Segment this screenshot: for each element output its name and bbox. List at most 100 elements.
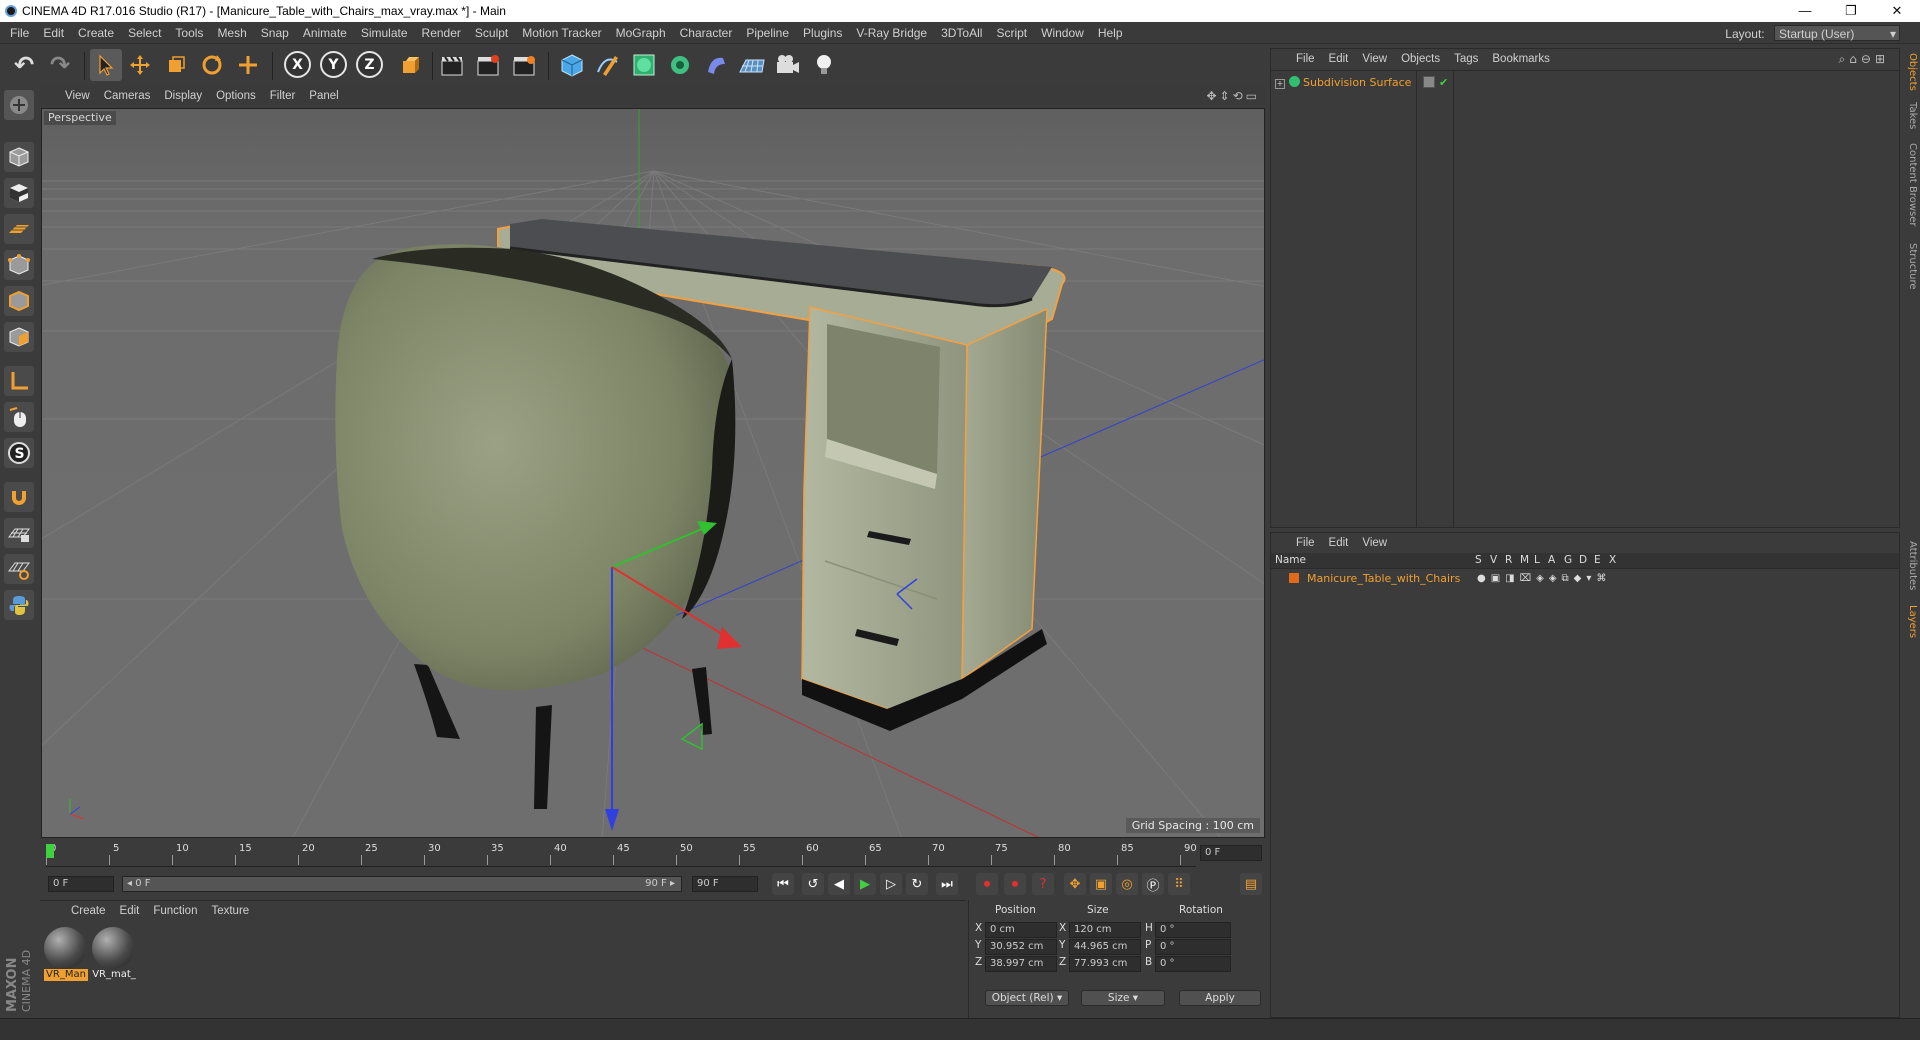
position-z-field[interactable]: 38.997 cm bbox=[985, 956, 1057, 972]
layer-menu-file[interactable]: File bbox=[1289, 533, 1322, 553]
workplane-lock-button[interactable] bbox=[4, 518, 34, 548]
x-axis-lock-button[interactable]: X bbox=[284, 51, 311, 78]
coordinate-mode-dropdown[interactable]: Object (Rel) ▾ bbox=[985, 990, 1069, 1006]
rotation-p-field[interactable]: 0 ° bbox=[1155, 939, 1231, 955]
material-menu-texture[interactable]: Texture bbox=[204, 901, 256, 921]
material-swatch[interactable]: VR_Man bbox=[44, 927, 88, 983]
move-tool-button[interactable] bbox=[124, 49, 156, 81]
render-to-picture-viewer-button[interactable] bbox=[472, 49, 504, 81]
add-light-button[interactable] bbox=[808, 49, 840, 81]
menu-plugins[interactable]: Plugins bbox=[796, 22, 849, 44]
key-parameter-button[interactable]: Ⓟ bbox=[1142, 873, 1164, 895]
add-floor-button[interactable] bbox=[736, 49, 768, 81]
size-mode-dropdown[interactable]: Size ▾ bbox=[1081, 990, 1165, 1006]
edges-mode-button[interactable] bbox=[4, 286, 34, 316]
material-menu-function[interactable]: Function bbox=[146, 901, 204, 921]
viewport-menu-panel[interactable]: Panel bbox=[302, 86, 345, 106]
layer-state-toggles[interactable]: ●▣◨⌧◈◈⧉◆▾⌘ bbox=[1477, 571, 1611, 587]
menu-select[interactable]: Select bbox=[121, 22, 168, 44]
material-swatch[interactable]: VR_mat_ bbox=[92, 927, 136, 983]
add-cloner-button[interactable] bbox=[664, 49, 696, 81]
viewport-menu-filter[interactable]: Filter bbox=[263, 86, 303, 106]
object-menu-objects[interactable]: Objects bbox=[1394, 49, 1447, 69]
close-button[interactable]: ✕ bbox=[1874, 0, 1920, 22]
viewport-nav-icons[interactable]: ✥⇕⟲▭ bbox=[1206, 89, 1260, 103]
make-editable-button[interactable] bbox=[4, 90, 34, 120]
tab-objects[interactable]: Objects bbox=[1904, 52, 1918, 92]
texture-mode-button[interactable] bbox=[4, 178, 34, 208]
object-menu-edit[interactable]: Edit bbox=[1322, 49, 1356, 69]
size-y-field[interactable]: 44.965 cm bbox=[1069, 939, 1141, 955]
go-to-end-button[interactable]: ⏭ bbox=[936, 873, 958, 895]
object-menu-bookmarks[interactable]: Bookmarks bbox=[1485, 49, 1557, 69]
menu-edit[interactable]: Edit bbox=[36, 22, 71, 44]
z-axis-lock-button[interactable]: Z bbox=[356, 51, 383, 78]
polygons-mode-button[interactable] bbox=[4, 322, 34, 352]
menu-window[interactable]: Window bbox=[1034, 22, 1091, 44]
key-position-button[interactable]: ✥ bbox=[1064, 873, 1086, 895]
material-menu-create[interactable]: Create bbox=[64, 901, 113, 921]
preview-range-slider[interactable]: ◂ 0 F 90 F ▸ bbox=[122, 876, 682, 892]
menu-v-ray-bridge[interactable]: V-Ray Bridge bbox=[849, 22, 934, 44]
menu-file[interactable]: File bbox=[3, 22, 36, 44]
layer-menu-view[interactable]: View bbox=[1355, 533, 1394, 553]
timeline-layout-button[interactable]: ▤ bbox=[1240, 873, 1262, 895]
record-keys-button[interactable]: ⏺ bbox=[976, 873, 998, 895]
menu-tools[interactable]: Tools bbox=[168, 22, 210, 44]
enabled-check-icon[interactable]: ✔ bbox=[1439, 75, 1448, 91]
menu-motion-tracker[interactable]: Motion Tracker bbox=[515, 22, 608, 44]
model-mode-button[interactable] bbox=[4, 142, 34, 172]
menu-3dtoall[interactable]: 3DToAll bbox=[934, 22, 989, 44]
layout-dropdown[interactable]: Startup (User) bbox=[1774, 25, 1900, 42]
menu-script[interactable]: Script bbox=[989, 22, 1034, 44]
next-frame-button[interactable]: ▷ bbox=[880, 873, 902, 895]
tab-structure[interactable]: Structure bbox=[1904, 238, 1918, 294]
tweak-mode-button[interactable] bbox=[4, 402, 34, 432]
rotate-tool-button[interactable] bbox=[196, 49, 228, 81]
menu-sculpt[interactable]: Sculpt bbox=[468, 22, 515, 44]
viewport-menu-options[interactable]: Options bbox=[209, 86, 263, 106]
python-script-button[interactable] bbox=[4, 590, 34, 620]
menu-snap[interactable]: Snap bbox=[254, 22, 296, 44]
magnet-tool-button[interactable] bbox=[4, 482, 34, 512]
tab-attributes[interactable]: Attributes bbox=[1904, 536, 1918, 596]
workplane-rotate-button[interactable] bbox=[4, 554, 34, 584]
render-view-button[interactable] bbox=[436, 49, 468, 81]
menu-mograph[interactable]: MoGraph bbox=[609, 22, 673, 44]
y-axis-lock-button[interactable]: Y bbox=[320, 51, 347, 78]
add-spline-pen-button[interactable] bbox=[592, 49, 624, 81]
material-menu-edit[interactable]: Edit bbox=[113, 901, 147, 921]
tab-takes[interactable]: Takes bbox=[1904, 98, 1918, 134]
add-deformer-button[interactable] bbox=[700, 49, 732, 81]
rotation-b-field[interactable]: 0 ° bbox=[1155, 956, 1231, 972]
size-x-field[interactable]: 120 cm bbox=[1069, 922, 1141, 938]
rotation-h-field[interactable]: 0 ° bbox=[1155, 922, 1231, 938]
expand-toggle-icon[interactable]: + bbox=[1275, 79, 1285, 89]
viewport-menu-cameras[interactable]: Cameras bbox=[97, 86, 158, 106]
tab-layers[interactable]: Layers bbox=[1904, 600, 1918, 644]
previous-frame-button[interactable]: ◀ bbox=[828, 873, 850, 895]
menu-simulate[interactable]: Simulate bbox=[354, 22, 415, 44]
menu-create[interactable]: Create bbox=[71, 22, 121, 44]
menu-render[interactable]: Render bbox=[415, 22, 468, 44]
previous-key-button[interactable]: ↺ bbox=[802, 873, 824, 895]
workplane-mode-button[interactable] bbox=[4, 214, 34, 244]
render-settings-button[interactable] bbox=[508, 49, 540, 81]
end-frame-field[interactable]: 90 F bbox=[692, 876, 758, 892]
add-camera-button[interactable] bbox=[772, 49, 804, 81]
select-tool-button[interactable] bbox=[90, 49, 122, 81]
menu-mesh[interactable]: Mesh bbox=[210, 22, 253, 44]
key-pla-button[interactable]: ⠿ bbox=[1168, 873, 1190, 895]
go-to-start-button[interactable]: ⏮ bbox=[772, 873, 794, 895]
object-menu-tags[interactable]: Tags bbox=[1447, 49, 1485, 69]
play-forward-button[interactable]: ▶ bbox=[854, 873, 876, 895]
scale-tool-button[interactable] bbox=[160, 49, 192, 81]
layer-menu-edit[interactable]: Edit bbox=[1322, 533, 1356, 553]
size-z-field[interactable]: 77.993 cm bbox=[1069, 956, 1141, 972]
viewport-menu-display[interactable]: Display bbox=[157, 86, 209, 106]
object-menu-view[interactable]: View bbox=[1355, 49, 1394, 69]
perspective-viewport[interactable]: Perspective Grid Spacing : 100 cm bbox=[41, 108, 1265, 838]
start-frame-field[interactable]: 0 F bbox=[48, 876, 114, 892]
coordinate-system-button[interactable] bbox=[394, 49, 426, 81]
viewport-menu-view[interactable]: View bbox=[58, 86, 97, 106]
